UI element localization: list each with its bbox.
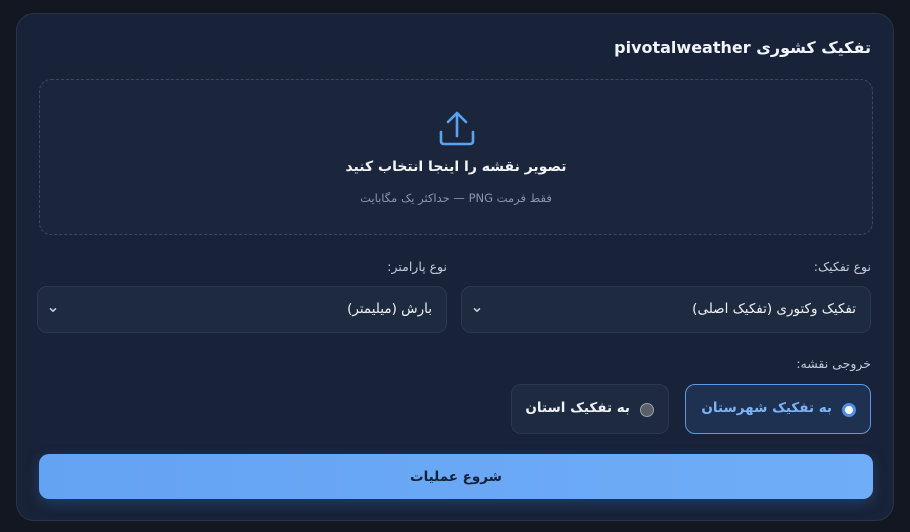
output-option-province-label: به تفکیک استان (525, 400, 630, 416)
radio-unselected-icon (640, 403, 654, 417)
upload-icon (439, 111, 475, 146)
chevron-down-icon (49, 308, 57, 312)
map-image-dropzone[interactable]: تصویر نقشه را اینجا انتخاب کنید فقط فرمت… (39, 79, 873, 235)
radio-selected-icon (842, 403, 856, 417)
parameter-type-label: نوع پارامتر: (387, 259, 447, 274)
dropzone-title: تصویر نقشه را اینجا انتخاب کنید (345, 159, 567, 175)
parameter-type-select[interactable]: بارش (میلیمتر) (37, 286, 447, 333)
separation-type-label: نوع تفکیک: (813, 259, 871, 274)
map-output-label: خروجی نقشه: (796, 356, 871, 371)
separation-type-select[interactable]: تفکیک وکتوری (تفکیک اصلی) (461, 286, 871, 333)
map-separation-card: تفکیک کشوری pivotalweather تصویر نقشه را… (16, 13, 894, 521)
output-option-county[interactable]: به تفکیک شهرستان (685, 384, 871, 434)
dropzone-hint: فقط فرمت PNG — حداکثر یک مگابایت (360, 191, 552, 205)
chevron-down-icon (473, 308, 481, 312)
start-operation-button[interactable]: شروع عملیات (39, 454, 873, 499)
output-option-province[interactable]: به تفکیک استان (511, 384, 669, 434)
separation-type-value: تفکیک وکتوری (تفکیک اصلی) (692, 301, 856, 317)
parameter-type-value: بارش (میلیمتر) (347, 301, 432, 317)
card-title: تفکیک کشوری pivotalweather (614, 38, 871, 57)
output-option-county-label: به تفکیک شهرستان (701, 400, 832, 416)
